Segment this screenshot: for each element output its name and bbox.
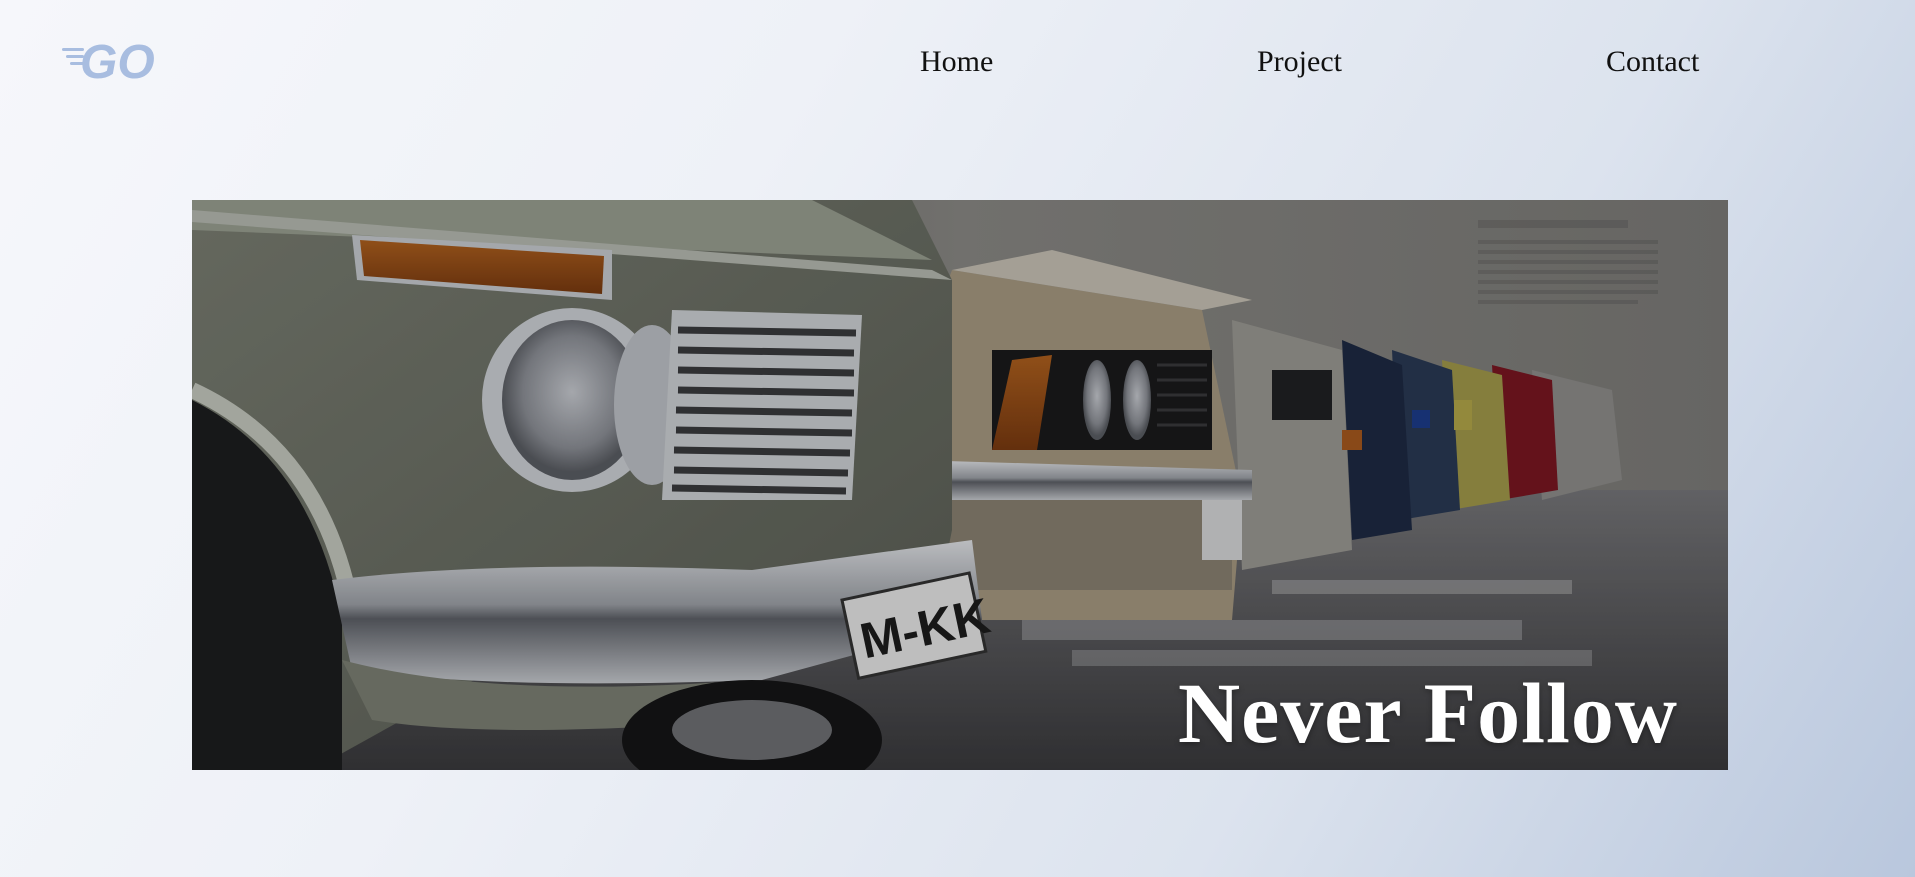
hero-banner: M-KK Never Follow	[192, 200, 1728, 770]
nav-link-project[interactable]: Project	[1257, 40, 1342, 84]
hero-title: Never Follow	[1178, 665, 1678, 761]
nav-link-contact[interactable]: Contact	[1606, 40, 1699, 84]
nav-link-home[interactable]: Home	[920, 40, 993, 84]
main-nav: Home Project Contact	[0, 40, 1915, 84]
